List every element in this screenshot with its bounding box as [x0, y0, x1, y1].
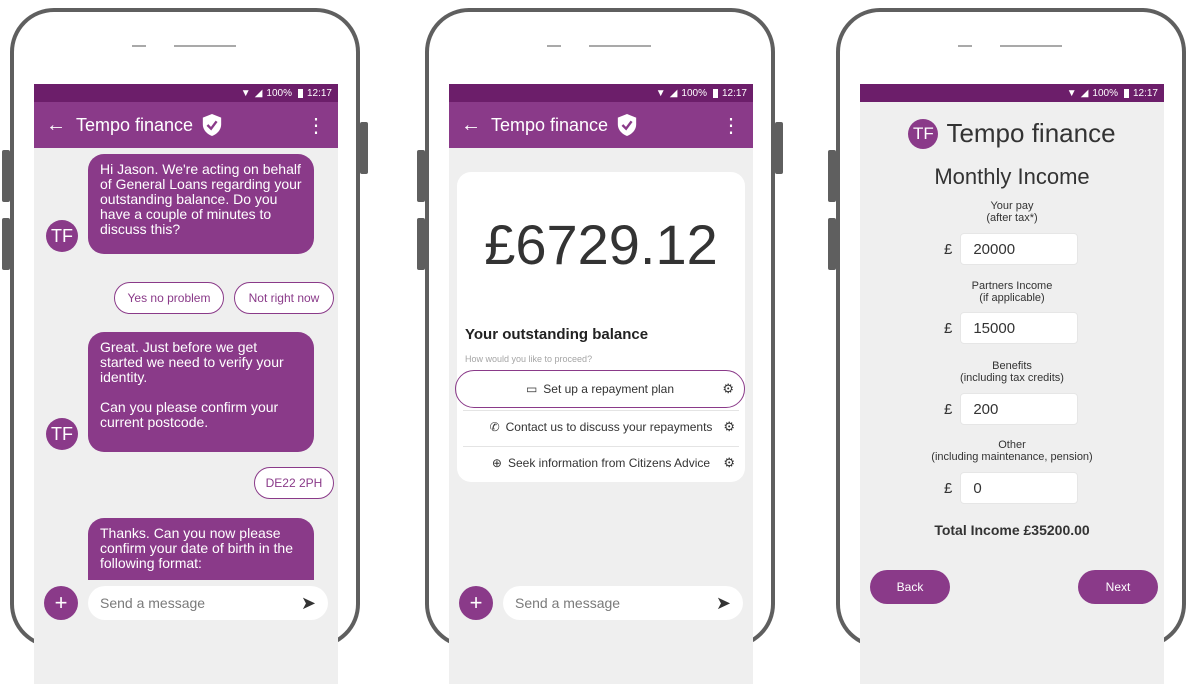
battery-icon [297, 88, 303, 98]
battery-icon [1123, 88, 1129, 98]
status-bar: ▼ ◢ 100% 12:17 [34, 84, 338, 102]
option-citizens-advice[interactable]: ⊕ Seek information from Citizens Advice … [457, 444, 745, 482]
camera-dot [132, 45, 146, 47]
clock: 12:17 [721, 87, 747, 99]
signal-icon: ◢ [254, 87, 263, 99]
field-label: Other (including maintenance, pension) [931, 439, 1093, 463]
clock: 12:17 [306, 87, 332, 99]
volume-down-button [828, 218, 836, 270]
verified-shield-icon [202, 114, 222, 136]
wifi-icon: ▼ [240, 87, 251, 99]
overflow-menu-icon[interactable]: ⋮ [306, 113, 326, 138]
bot-message: Great. Just before we get started we nee… [88, 332, 314, 452]
app-title: Tempo finance [76, 113, 306, 137]
phone-chat: ▼ ◢ 100% 12:17 ← Tempo finance ⋮ Hi Jaso… [10, 8, 368, 684]
wifi-icon: ▼ [1066, 87, 1077, 99]
avatar: TF [46, 418, 78, 450]
card-icon: ▭ [525, 382, 538, 396]
battery-icon [712, 88, 718, 98]
phone-icon: ✆ [489, 420, 500, 434]
avatar: TF [46, 220, 78, 252]
currency-symbol: £ [944, 400, 953, 418]
brand-header: TF Tempo finance [860, 118, 1164, 149]
send-icon[interactable]: ➤ [716, 593, 731, 614]
power-button [360, 122, 368, 174]
quick-reply-yes[interactable]: Yes no problem [114, 282, 224, 314]
composer: + Send a message ➤ [34, 580, 338, 626]
camera-dot [547, 45, 561, 47]
form-title: Monthly Income [934, 164, 1090, 189]
wifi-icon: ▼ [655, 87, 666, 99]
currency-symbol: £ [944, 319, 953, 337]
gear-icon: ⚙ [723, 455, 735, 470]
option-repayment-plan[interactable]: ▭ Set up a repayment plan ⚙ [455, 370, 745, 408]
volume-up-button [2, 150, 10, 202]
app-bar: ← Tempo finance ⋮ [449, 102, 753, 148]
back-button[interactable]: Back [870, 570, 950, 604]
balance-label: Your outstanding balance [465, 326, 649, 343]
app-title: Tempo finance [491, 113, 721, 137]
signal-icon: ◢ [1080, 87, 1089, 99]
overflow-menu-icon[interactable]: ⋮ [721, 113, 741, 138]
send-icon[interactable]: ➤ [301, 593, 316, 614]
volume-down-button [417, 218, 425, 270]
gear-icon: ⚙ [722, 381, 734, 396]
pay-input[interactable]: 20000 [960, 233, 1079, 265]
clock: 12:17 [1132, 87, 1158, 99]
status-bar: ▼ ◢ 100% 12:17 [449, 84, 753, 102]
pay-row: £ 20000 [944, 233, 1079, 265]
volume-down-button [2, 218, 10, 270]
proceed-prompt: How would you like to proceed? [465, 354, 593, 364]
logo: TF [908, 118, 939, 149]
speaker-grille [589, 45, 651, 47]
currency-symbol: £ [944, 240, 953, 258]
phone-income: ▼ ◢ 100% 12:17 TF Tempo finance Monthly … [836, 8, 1186, 684]
total-income: Total Income £35200.00 [934, 522, 1090, 538]
volume-up-button [828, 150, 836, 202]
user-reply: DE22 2PH [254, 467, 334, 499]
field-label: Benefits (including tax credits) [960, 360, 1064, 384]
chat-screen: ▼ ◢ 100% 12:17 ← Tempo finance ⋮ Hi Jaso… [34, 84, 338, 684]
other-income-input[interactable]: 0 [960, 472, 1079, 504]
composer: + Send a message ➤ [449, 580, 753, 626]
app-bar: ← Tempo finance ⋮ [34, 102, 338, 148]
signal-icon: ◢ [669, 87, 678, 99]
quick-reply-not-now[interactable]: Not right now [234, 282, 334, 314]
bot-message: Hi Jason. We're acting on behalf of Gene… [88, 154, 314, 254]
next-button[interactable]: Next [1078, 570, 1158, 604]
back-arrow-icon[interactable]: ← [461, 114, 491, 137]
balance-card: £6729.12 Your outstanding balance How wo… [455, 172, 745, 482]
gear-icon: ⚙ [723, 419, 735, 434]
balance-screen: ▼ ◢ 100% 12:17 ← Tempo finance ⋮ £6729.1… [449, 84, 753, 684]
partner-income-input[interactable]: 15000 [960, 312, 1079, 344]
balance-amount: £6729.12 [484, 213, 718, 276]
other-income-row: £ 0 [944, 472, 1079, 504]
message-input[interactable]: Send a message ➤ [503, 586, 743, 620]
status-bar: ▼ ◢ 100% 12:17 [860, 84, 1164, 102]
battery-percent: 100% [266, 87, 292, 99]
phone-balance: ▼ ◢ 100% 12:17 ← Tempo finance ⋮ £6729.1… [425, 8, 783, 684]
message-input[interactable]: Send a message ➤ [88, 586, 328, 620]
benefits-row: £ 200 [944, 393, 1079, 425]
globe-icon: ⊕ [491, 456, 502, 470]
verified-shield-icon [617, 114, 637, 136]
speaker-grille [174, 45, 236, 47]
speaker-grille [1000, 45, 1062, 47]
brand-name: Tempo finance [946, 118, 1116, 148]
battery-percent: 100% [1092, 87, 1118, 99]
camera-dot [958, 45, 972, 47]
option-contact-us[interactable]: ✆ Contact us to discuss your repayments … [457, 408, 745, 446]
field-label: Partners Income (if applicable) [971, 280, 1053, 304]
benefits-input[interactable]: 200 [960, 393, 1079, 425]
partner-income-row: £ 15000 [944, 312, 1079, 344]
add-icon[interactable]: + [459, 586, 493, 620]
income-screen: ▼ ◢ 100% 12:17 TF Tempo finance Monthly … [860, 84, 1164, 684]
currency-symbol: £ [944, 479, 953, 497]
volume-up-button [417, 150, 425, 202]
power-button [775, 122, 783, 174]
back-arrow-icon[interactable]: ← [46, 114, 76, 137]
add-icon[interactable]: + [44, 586, 78, 620]
field-label: Your pay (after tax*) [986, 200, 1038, 224]
battery-percent: 100% [681, 87, 707, 99]
